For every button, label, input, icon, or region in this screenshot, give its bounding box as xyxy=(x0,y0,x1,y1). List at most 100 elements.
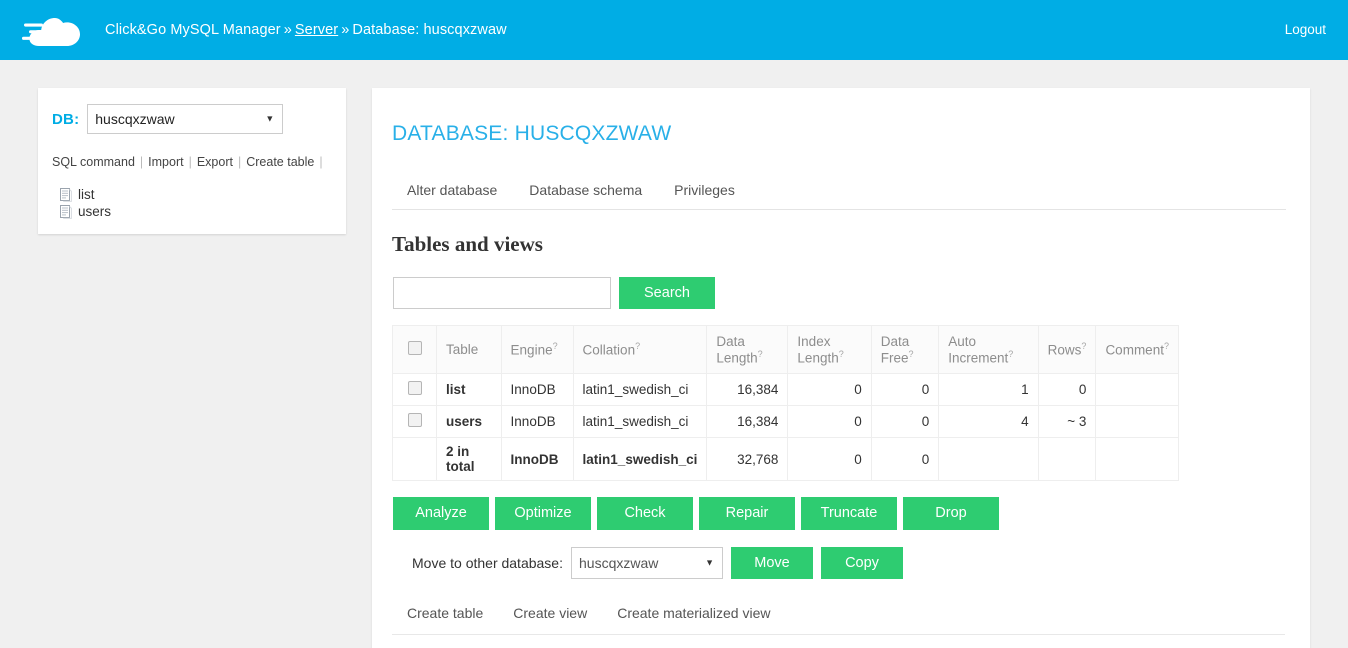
header-collation: Collation? xyxy=(572,325,708,374)
table-document-icon xyxy=(60,187,72,202)
create-view-link[interactable]: Create view xyxy=(513,605,587,621)
header-data-free: Data Free? xyxy=(870,325,940,374)
database-tabs: Alter database Database schema Privilege… xyxy=(392,182,1286,210)
sidebar-link-sql-command[interactable]: SQL command xyxy=(52,155,135,169)
header-rows: Rows? xyxy=(1037,325,1097,374)
cloud-with-speed-lines-logo-icon xyxy=(21,13,84,47)
database-select[interactable]: huscqxzwaw ▼ xyxy=(87,104,284,134)
cell-index-length: 0 xyxy=(787,373,872,406)
tab-database-schema[interactable]: Database schema xyxy=(529,182,642,198)
help-marker[interactable]: ? xyxy=(1008,349,1013,359)
table-row: list InnoDB latin1_swedish_ci 16,384 0 0… xyxy=(392,373,1179,406)
table-head: Table Engine? Collation? Data Length? In… xyxy=(392,325,1179,374)
header-label: Data Free xyxy=(880,333,910,366)
link-separator: | xyxy=(319,155,323,169)
copy-button[interactable]: Copy xyxy=(821,547,903,579)
cell-data-length: 16,384 xyxy=(706,405,789,438)
help-marker[interactable]: ? xyxy=(758,349,763,359)
row-checkbox[interactable] xyxy=(407,381,422,395)
header-label: Engine xyxy=(510,342,553,358)
cell-auto-increment: 4 xyxy=(938,405,1039,438)
header-comment: Comment? xyxy=(1095,325,1179,374)
database-select-value: huscqxzwaw xyxy=(95,111,175,127)
sidebar-link-import[interactable]: Import xyxy=(148,155,183,169)
main-content-panel: DATABASE: HUSCQXZWAW Alter database Data… xyxy=(372,88,1310,648)
help-marker[interactable]: ? xyxy=(553,341,558,351)
cell-table-name[interactable]: users xyxy=(436,405,502,438)
cell-engine: InnoDB xyxy=(500,373,574,406)
move-target-database-select[interactable]: huscqxzwaw ▼ xyxy=(571,547,723,579)
help-marker[interactable]: ? xyxy=(908,349,913,359)
move-to-database-label: Move to other database: xyxy=(412,555,563,571)
header-label: Data Length xyxy=(716,333,758,366)
chevron-down-icon: ▼ xyxy=(265,113,275,124)
breadcrumb-database-label: Database: huscqxzwaw xyxy=(352,22,507,38)
cell-auto-increment: 1 xyxy=(938,373,1039,406)
cell-total-data-length: 32,768 xyxy=(706,437,789,481)
sidebar-link-create-table[interactable]: Create table xyxy=(246,155,314,169)
top-header-bar: Click&Go MySQL Manager» Server» Database: … xyxy=(0,0,1348,60)
cell-total-auto-increment xyxy=(938,437,1039,481)
header-engine: Engine? xyxy=(500,325,574,374)
cell-rows: ~ 3 xyxy=(1037,405,1097,438)
cell-total-index-length: 0 xyxy=(787,437,872,481)
breadcrumb-separator-1: » xyxy=(283,22,292,38)
section-title: Tables and views xyxy=(392,232,543,256)
chevron-down-icon: ▼ xyxy=(705,557,714,568)
check-button[interactable]: Check xyxy=(597,497,693,530)
create-materialized-view-link[interactable]: Create materialized view xyxy=(617,605,770,621)
cell-total-engine: InnoDB xyxy=(500,437,574,481)
move-to-database-row: Move to other database: huscqxzwaw ▼ Mov… xyxy=(392,547,1286,579)
header-label: Comment xyxy=(1105,342,1164,358)
header-label: Rows xyxy=(1047,342,1082,358)
table-action-buttons: Analyze Optimize Check Repair Truncate D… xyxy=(392,497,1286,530)
header-label: Index Length xyxy=(797,333,839,366)
select-all-checkbox[interactable] xyxy=(407,341,422,355)
optimize-button[interactable]: Optimize xyxy=(495,497,591,530)
analyze-button[interactable]: Analyze xyxy=(393,497,489,530)
search-input[interactable] xyxy=(393,277,611,309)
table-header-row: Table Engine? Collation? Data Length? In… xyxy=(392,325,1179,374)
table-document-icon xyxy=(60,204,72,219)
cell-total-data-free: 0 xyxy=(870,437,940,481)
help-marker[interactable]: ? xyxy=(1164,341,1169,351)
breadcrumb-app-name: Click&Go MySQL Manager xyxy=(105,22,281,38)
table-row: users InnoDB latin1_swedish_ci 16,384 0 … xyxy=(392,405,1179,438)
sidebar-table-item-users[interactable]: users xyxy=(52,203,332,220)
move-button[interactable]: Move xyxy=(731,547,813,579)
cell-collation: latin1_swedish_ci xyxy=(572,405,708,438)
cell-total-comment xyxy=(1095,437,1179,481)
row-checkbox[interactable] xyxy=(407,413,422,427)
table-body: list InnoDB latin1_swedish_ci 16,384 0 0… xyxy=(392,373,1179,481)
breadcrumb-server-link[interactable]: Server xyxy=(295,22,338,38)
row-select-cell xyxy=(392,405,437,438)
database-selector-row: DB: huscqxzwaw ▼ xyxy=(52,104,332,134)
header-auto-increment: Auto Increment? xyxy=(938,325,1039,374)
cell-table-name[interactable]: list xyxy=(436,373,502,406)
tab-privileges[interactable]: Privileges xyxy=(674,182,735,198)
search-button[interactable]: Search xyxy=(619,277,715,309)
cell-collation: latin1_swedish_ci xyxy=(572,373,708,406)
help-marker[interactable]: ? xyxy=(635,341,640,351)
cell-total-collation: latin1_swedish_ci xyxy=(572,437,708,481)
help-marker[interactable]: ? xyxy=(839,349,844,359)
cell-data-free: 0 xyxy=(870,373,940,406)
cell-engine: InnoDB xyxy=(500,405,574,438)
drop-button[interactable]: Drop xyxy=(903,497,999,530)
cell-rows: 0 xyxy=(1037,373,1097,406)
create-table-link[interactable]: Create table xyxy=(407,605,483,621)
repair-button[interactable]: Repair xyxy=(699,497,795,530)
sidebar-link-export[interactable]: Export xyxy=(197,155,233,169)
select-all-header xyxy=(392,325,437,374)
help-marker[interactable]: ? xyxy=(1081,341,1086,351)
cell-comment xyxy=(1095,373,1179,406)
header-label: Table xyxy=(446,342,479,357)
sidebar-table-list: list users xyxy=(52,186,332,220)
db-label: DB: xyxy=(52,110,80,128)
tab-alter-database[interactable]: Alter database xyxy=(407,182,497,198)
total-select-cell xyxy=(392,437,437,481)
sidebar-table-item-list[interactable]: list xyxy=(52,186,332,203)
logout-link[interactable]: Logout xyxy=(1285,22,1326,37)
move-target-value: huscqxzwaw xyxy=(579,555,659,571)
truncate-button[interactable]: Truncate xyxy=(801,497,897,530)
